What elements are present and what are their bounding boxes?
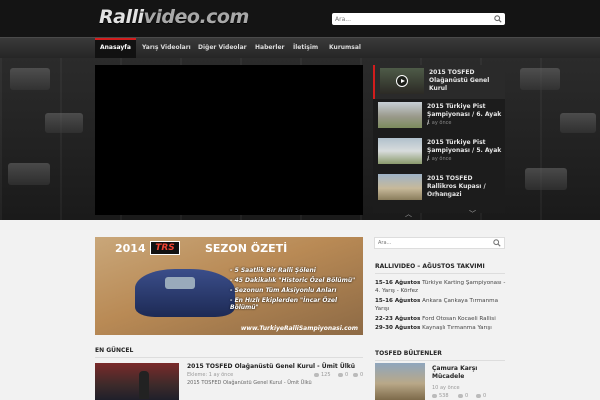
- views-count: 125: [314, 372, 331, 378]
- playlist-item[interactable]: 2015 TOSFED Olağanüstü Genel Kurul: [373, 65, 505, 99]
- eye-icon: [314, 372, 319, 377]
- trs-logo: TRS: [150, 241, 180, 255]
- playlist-item[interactable]: 2015 TOSFED Rallikros Kupası / Orhangazi…: [373, 171, 505, 205]
- divider: [95, 357, 363, 358]
- nav-item-corporate[interactable]: Kurumsal: [324, 38, 366, 58]
- video-thumbnail: [378, 138, 422, 164]
- nav-item-contact[interactable]: İletişim: [288, 38, 323, 58]
- background-image: [525, 168, 567, 190]
- comments-count: 0: [458, 393, 468, 399]
- background-image: [10, 68, 50, 90]
- main-nav: Anasayfa Yarış Videoları Diğer Videolar …: [0, 37, 600, 58]
- chevron-down-icon[interactable]: ﹀: [469, 209, 476, 219]
- playlist-item[interactable]: 2015 Türkiye Pist Şampiyonası / 6. Ayak …: [373, 99, 505, 133]
- playlist-item-time: 1 ay önce: [427, 156, 452, 162]
- play-icon: [396, 75, 408, 87]
- comment-icon: [338, 372, 343, 377]
- background-image: [45, 113, 83, 133]
- nav-item-home[interactable]: Anasayfa: [95, 38, 136, 58]
- rally-car-image: [135, 269, 235, 317]
- likes-count: 0: [353, 372, 363, 378]
- eye-icon: [432, 393, 437, 398]
- calendar-row: 22-23 Ağustos Ford Otosan Kocaeli Rallis…: [375, 316, 496, 322]
- banner-bullet: - 45 Dakikalık "Historic Özel Bölümü": [230, 277, 356, 284]
- video-thumbnail: [380, 68, 424, 94]
- season-summary-banner[interactable]: 2014 TRS SEZON ÖZETİ - 5 Saatlik Bir Ral…: [95, 237, 363, 335]
- chevron-up-icon[interactable]: ︿: [405, 209, 412, 219]
- video-thumbnail: [378, 102, 422, 128]
- playlist-item-time: 1 ay önce: [427, 192, 452, 198]
- search-icon[interactable]: [493, 239, 501, 247]
- site-header: Rallivideo.com: [0, 0, 600, 37]
- video-player[interactable]: [95, 65, 363, 215]
- nav-item-other-videos[interactable]: Diğer Videolar: [193, 38, 252, 58]
- hero-section: 2015 TOSFED Olağanüstü Genel Kurul 2015 …: [0, 58, 600, 220]
- banner-bullet: - Sezonun Tüm Aksiyonlu Anları: [230, 287, 337, 294]
- bulletin-thumbnail[interactable]: [375, 363, 425, 400]
- likes-count: 0: [476, 393, 486, 399]
- latest-item-title[interactable]: 2015 TOSFED Olağanüstü Genel Kurul - Ümi…: [187, 363, 355, 370]
- calendar-row: 15-16 Ağustos Ankara Çankaya Tırmanma Ya…: [375, 298, 499, 312]
- header-search: [332, 13, 505, 25]
- playlist-item-time: 1 ay önce: [427, 120, 452, 126]
- latest-heading: EN GÜNCEL: [95, 347, 134, 354]
- playlist-item[interactable]: 2015 Türkiye Pist Şampiyonası / 5. Ayak …: [373, 135, 505, 169]
- background-image: [560, 113, 596, 133]
- background-image: [8, 163, 50, 185]
- comment-icon: [458, 393, 463, 398]
- video-thumbnail: [378, 174, 422, 200]
- video-playlist: 2015 TOSFED Olağanüstü Genel Kurul 2015 …: [373, 65, 505, 218]
- search-icon[interactable]: [494, 15, 502, 23]
- heart-icon: [353, 372, 358, 377]
- sidebar-search: [374, 237, 505, 249]
- background-image: [520, 68, 560, 90]
- bulletin-item-title[interactable]: Çamura Karşı Mücadele: [432, 365, 505, 381]
- nav-item-news[interactable]: Haberler: [250, 38, 289, 58]
- calendar-heading: RALLIVIDEO – AĞUSTOS TAKVIMI: [375, 263, 485, 270]
- banner-headline: SEZON ÖZETİ: [205, 242, 288, 255]
- playlist-item-title: 2015 TOSFED Olağanüstü Genel Kurul: [429, 69, 490, 92]
- bulletin-item-date: 10 ay önce: [432, 385, 460, 391]
- banner-year: 2014: [115, 242, 146, 255]
- calendar-row: 29-30 Ağustos Kaynaşlı Tırmanma Yarışı: [375, 325, 492, 331]
- header-search-input[interactable]: [332, 13, 487, 25]
- banner-url: www.TurkiyeRalliSampiyonasi.com: [240, 325, 358, 332]
- heart-icon: [476, 393, 481, 398]
- sidebar-search-input[interactable]: [375, 238, 490, 248]
- divider: [375, 360, 505, 361]
- site-logo[interactable]: Rallivideo.com: [99, 6, 249, 28]
- latest-item-date: Ekleme: 1 ay önce: [187, 372, 234, 378]
- comments-count: 0: [338, 372, 348, 378]
- nav-item-race-videos[interactable]: Yarış Videoları: [137, 38, 196, 58]
- views-count: 538: [432, 393, 449, 399]
- divider: [375, 273, 505, 274]
- latest-thumbnail[interactable]: [95, 363, 179, 400]
- banner-bullet: - En Hızlı Ekiplerden "İncar Özel Bölümü…: [230, 297, 338, 311]
- calendar-row: 15-16 Ağustos Türkiye Karting Şampiyonas…: [375, 280, 506, 294]
- banner-bullet: - 5 Saatlik Bir Ralli Şöleni: [230, 267, 316, 274]
- latest-item-description: 2015 TOSFED Olağanüstü Genel Kurul - Ümi…: [187, 380, 312, 386]
- bulletins-heading: TOSFED BÜLTENLER: [375, 350, 442, 357]
